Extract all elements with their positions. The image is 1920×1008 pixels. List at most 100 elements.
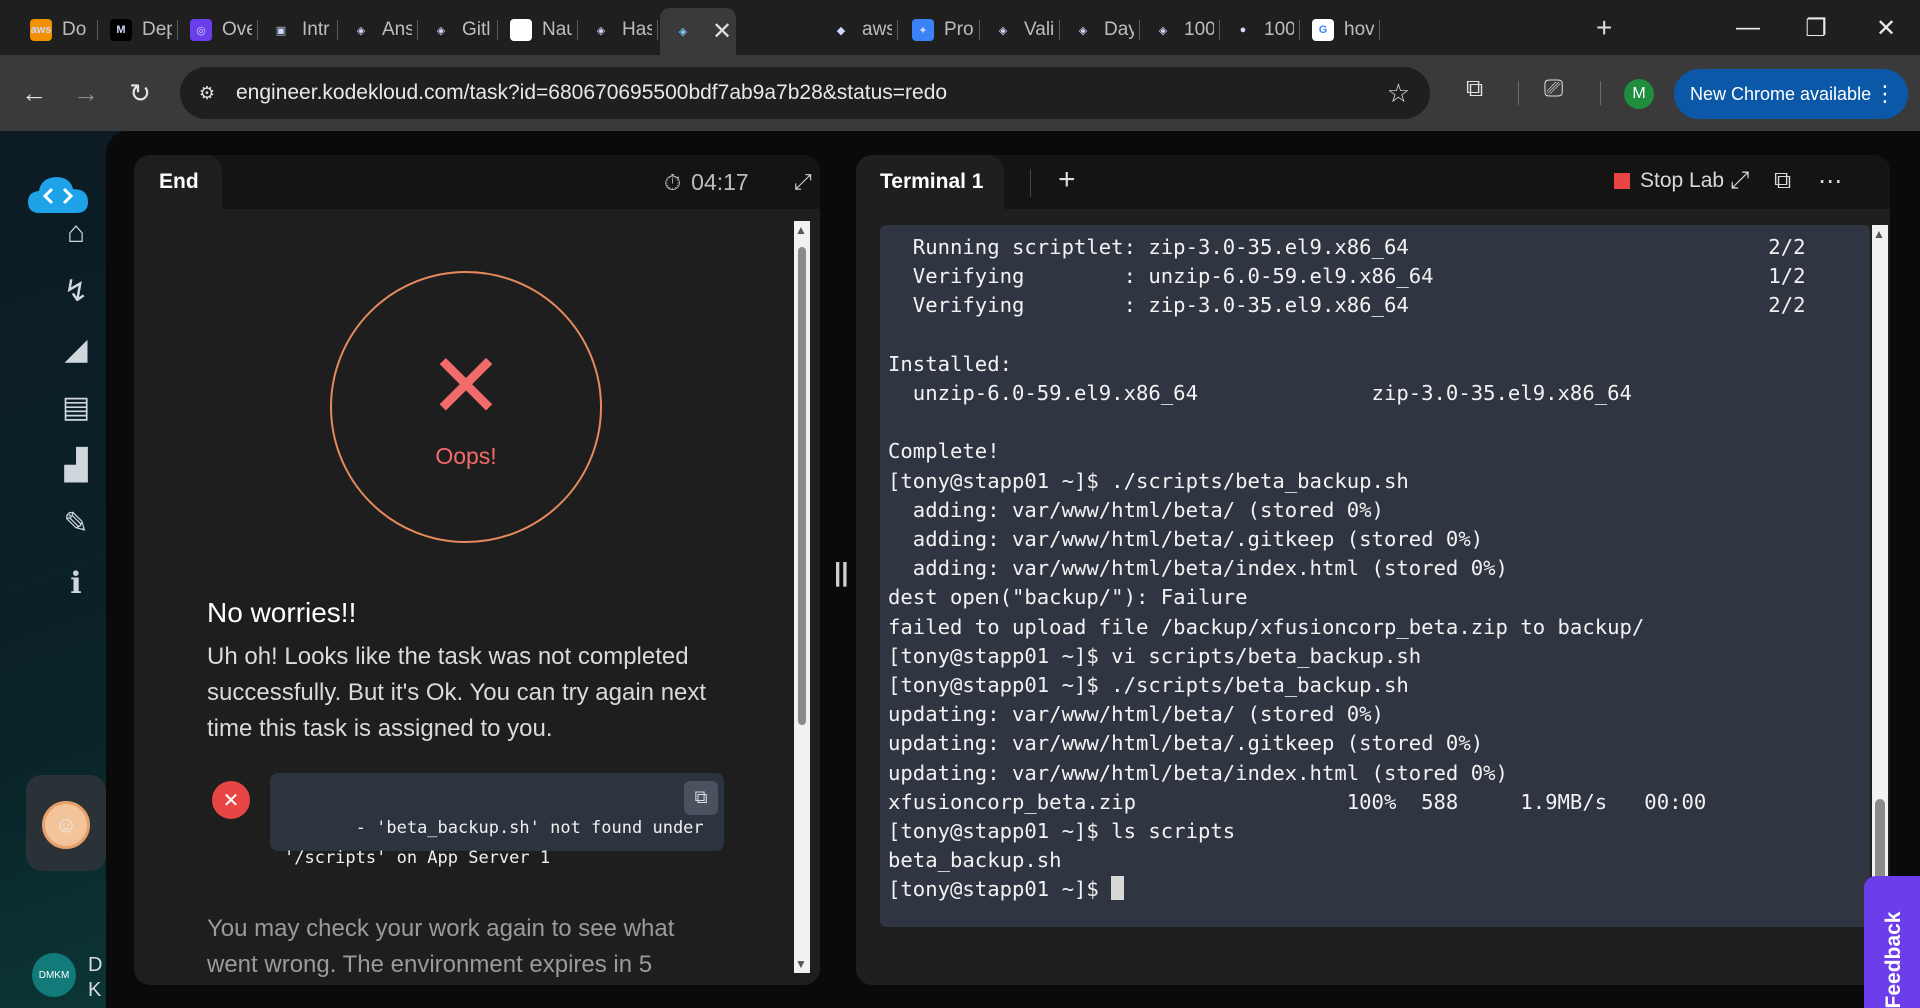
kodekloud-app: ☺ DMKM D K ⌂ ↯ ◢ ▤ ▟ ✎ ℹ End ⏱ 04:17 ⤢ ✕ Oops!… — [0, 131, 1920, 1008]
browser-toolbar: ← → ↻ ⚙ engineer.kodekloud.com/task?id=6… — [0, 55, 1920, 131]
terraform-icon: ◆ — [830, 19, 852, 41]
profile-avatar[interactable]: M — [1624, 79, 1654, 109]
user-badge[interactable]: DMKM — [32, 953, 76, 997]
browser-tab[interactable]: aws Do — [18, 10, 98, 50]
kodekloud-icon: ◈ — [430, 19, 452, 41]
tab-terminal-1[interactable]: Terminal 1 — [856, 155, 1004, 209]
terminal-line: Running scriptlet: zip-3.0-35.el9.x86_64… — [888, 235, 1806, 259]
new-tab-button[interactable]: + — [1596, 12, 1612, 44]
chart-growth-icon[interactable]: ◢ — [54, 327, 98, 371]
result-heading: No worries!! — [207, 597, 357, 628]
browser-tab[interactable]: Nau — [498, 10, 578, 50]
stop-square-icon — [1614, 173, 1630, 189]
home-icon[interactable]: ⌂ — [54, 211, 98, 255]
tab-title: hov — [1344, 19, 1374, 40]
minimize-icon[interactable]: — — [1720, 8, 1776, 48]
terminal-line: Verifying : zip-3.0-35.el9.x86_64 2/2 — [888, 293, 1806, 318]
podium-icon[interactable]: ▟ — [54, 443, 98, 487]
timer: ⏱ 04:17 — [664, 169, 749, 196]
avatar[interactable]: ☺ — [42, 801, 90, 849]
chrome-update-label: New Chrome available — [1690, 83, 1872, 104]
browser-tab[interactable]: ◈ Has — [578, 10, 658, 50]
kodekloud-icon: ◈ — [992, 19, 1014, 41]
forward-arrow-icon[interactable]: → — [66, 73, 106, 113]
terminal-line: beta_backup.sh — [888, 848, 1062, 873]
tab-separator — [657, 20, 658, 40]
browser-tab[interactable]: Ghov — [1300, 10, 1380, 50]
tab-title: Intr — [302, 19, 330, 40]
browser-tab[interactable]: ▣ Intr — [258, 10, 338, 50]
browser-tab[interactable]: ◆ aws — [818, 10, 898, 50]
task-panel-header: End ⏱ 04:17 ⤢ — [134, 155, 820, 209]
more-horiz-icon[interactable]: ⋯ — [1818, 167, 1842, 196]
browser-tab[interactable]: ◈ Gitl — [418, 10, 498, 50]
terminal-line: Complete! — [888, 439, 1000, 464]
reload-icon[interactable]: ↻ — [120, 73, 160, 113]
scrollbar-thumb[interactable] — [798, 247, 806, 725]
clapperboard-icon[interactable]: ▤ — [54, 385, 98, 429]
user-avatar-card[interactable]: ☺ — [26, 775, 106, 871]
expand-icon[interactable]: ⤢ — [794, 169, 812, 195]
bookmark-star-icon[interactable]: ☆ — [1387, 78, 1410, 109]
feedback-button[interactable]: Feedback ✦ — [1864, 876, 1920, 1008]
kodekloud-icon: ◈ — [590, 19, 612, 41]
browser-tab[interactable]: ◈ 100 — [1140, 10, 1220, 50]
panel-resize-handle[interactable]: || — [834, 557, 849, 588]
tab-title: Pro — [944, 19, 974, 40]
stopwatch-icon: ⏱ — [664, 169, 682, 195]
browser-tab[interactable]: ✦ Pro — [900, 10, 980, 50]
toolbar-divider — [1600, 81, 1601, 105]
terminal-line: xfusioncorp_beta.zip 100% 588 1.9MB/s 00… — [888, 789, 1707, 814]
browser-tab[interactable]: ◈ Day — [1060, 10, 1140, 50]
more-vert-icon[interactable]: ⋮ — [1874, 81, 1896, 107]
docker-icon: ▣ — [270, 19, 292, 41]
google-icon: G — [1312, 19, 1334, 41]
terminal-line: dest open("backup/"): Failure — [888, 585, 1248, 610]
site-settings-icon[interactable]: ⚙ — [190, 76, 224, 110]
info-icon[interactable]: ℹ — [54, 561, 98, 605]
restore-window-icon[interactable]: ❐ — [1788, 8, 1844, 48]
back-arrow-icon[interactable]: ← — [14, 73, 54, 113]
url-text[interactable]: engineer.kodekloud.com/task?id=680670695… — [236, 81, 947, 105]
scroll-down-arrow-icon[interactable]: ▼ — [795, 957, 807, 971]
browser-tab[interactable]: ◎ Ove — [178, 10, 258, 50]
terminal-scrollbar[interactable]: ▲ ▼ — [1872, 225, 1888, 927]
address-bar[interactable]: ⚙ engineer.kodekloud.com/task?id=6806706… — [180, 67, 1430, 119]
tab-title: 100 — [1184, 19, 1214, 40]
tab-title: Dep — [142, 19, 172, 40]
terminal-output[interactable]: Running scriptlet: zip-3.0-35.el9.x86_64… — [880, 225, 1870, 927]
terminal-line: Verifying : unzip-6.0-59.el9.x86_64 1/2 — [888, 264, 1806, 289]
error-message-box: - 'beta_backup.sh' not found under '/scr… — [270, 773, 724, 868]
open-external-icon[interactable]: ⧉ — [1774, 167, 1791, 195]
browser-tab[interactable]: ◈ Ans — [338, 10, 418, 50]
close-tab-icon[interactable]: ✕ — [712, 17, 732, 46]
browser-tab-active[interactable]: ◈ ✕ — [660, 8, 736, 55]
expand-icon[interactable]: ⤢ — [1730, 167, 1749, 195]
terminal-line: updating: var/www/html/beta/ (stored 0%) — [888, 702, 1384, 727]
terminal-line: [tony@stapp01 ~]$ vi scripts/beta_backup… — [888, 643, 1422, 668]
route-icon[interactable]: ↯ — [54, 269, 98, 313]
cast-search-icon[interactable]: ⎚ — [1544, 75, 1563, 103]
scroll-up-arrow-icon[interactable]: ▲ — [1873, 227, 1885, 241]
browser-tab[interactable]: ◈ Vali — [980, 10, 1060, 50]
error-x-icon: ✕ — [212, 781, 250, 819]
add-terminal-button[interactable]: + — [1058, 163, 1076, 197]
tab-title: Day — [1104, 19, 1134, 40]
scroll-up-arrow-icon[interactable]: ▲ — [795, 223, 807, 237]
browser-tab[interactable]: M Dep — [98, 10, 178, 50]
error-message: - 'beta_backup.sh' not found under '/scr… — [284, 818, 704, 868]
terminal-header: Terminal 1 + Stop Lab ⤢ ⧉ ⋯ — [856, 155, 1890, 209]
tab-end[interactable]: End — [134, 155, 222, 209]
copy-icon[interactable]: ⧉ — [684, 781, 718, 815]
browser-tab[interactable]: ● 100 — [1220, 10, 1300, 50]
tab-title: 100 — [1264, 19, 1294, 40]
tab-title: Do — [62, 19, 87, 40]
chrome-update-button[interactable]: New Chrome available ⋮ — [1674, 69, 1908, 119]
task-panel-scrollbar[interactable]: ▲ ▼ — [794, 221, 810, 973]
close-window-icon[interactable]: ✕ — [1858, 8, 1914, 48]
edit-note-icon[interactable]: ✎ — [54, 501, 98, 545]
extensions-icon[interactable]: ⧉ — [1466, 75, 1483, 103]
browser-tab-strip: + — ❐ ✕ aws Do M Dep ◎ Ove ▣ Intr ◈ Ans ◈ Gitl Nau ◈ H… — [0, 0, 1920, 55]
status-label: Oops! — [435, 443, 497, 469]
stop-lab-button[interactable]: Stop Lab — [1614, 169, 1724, 193]
